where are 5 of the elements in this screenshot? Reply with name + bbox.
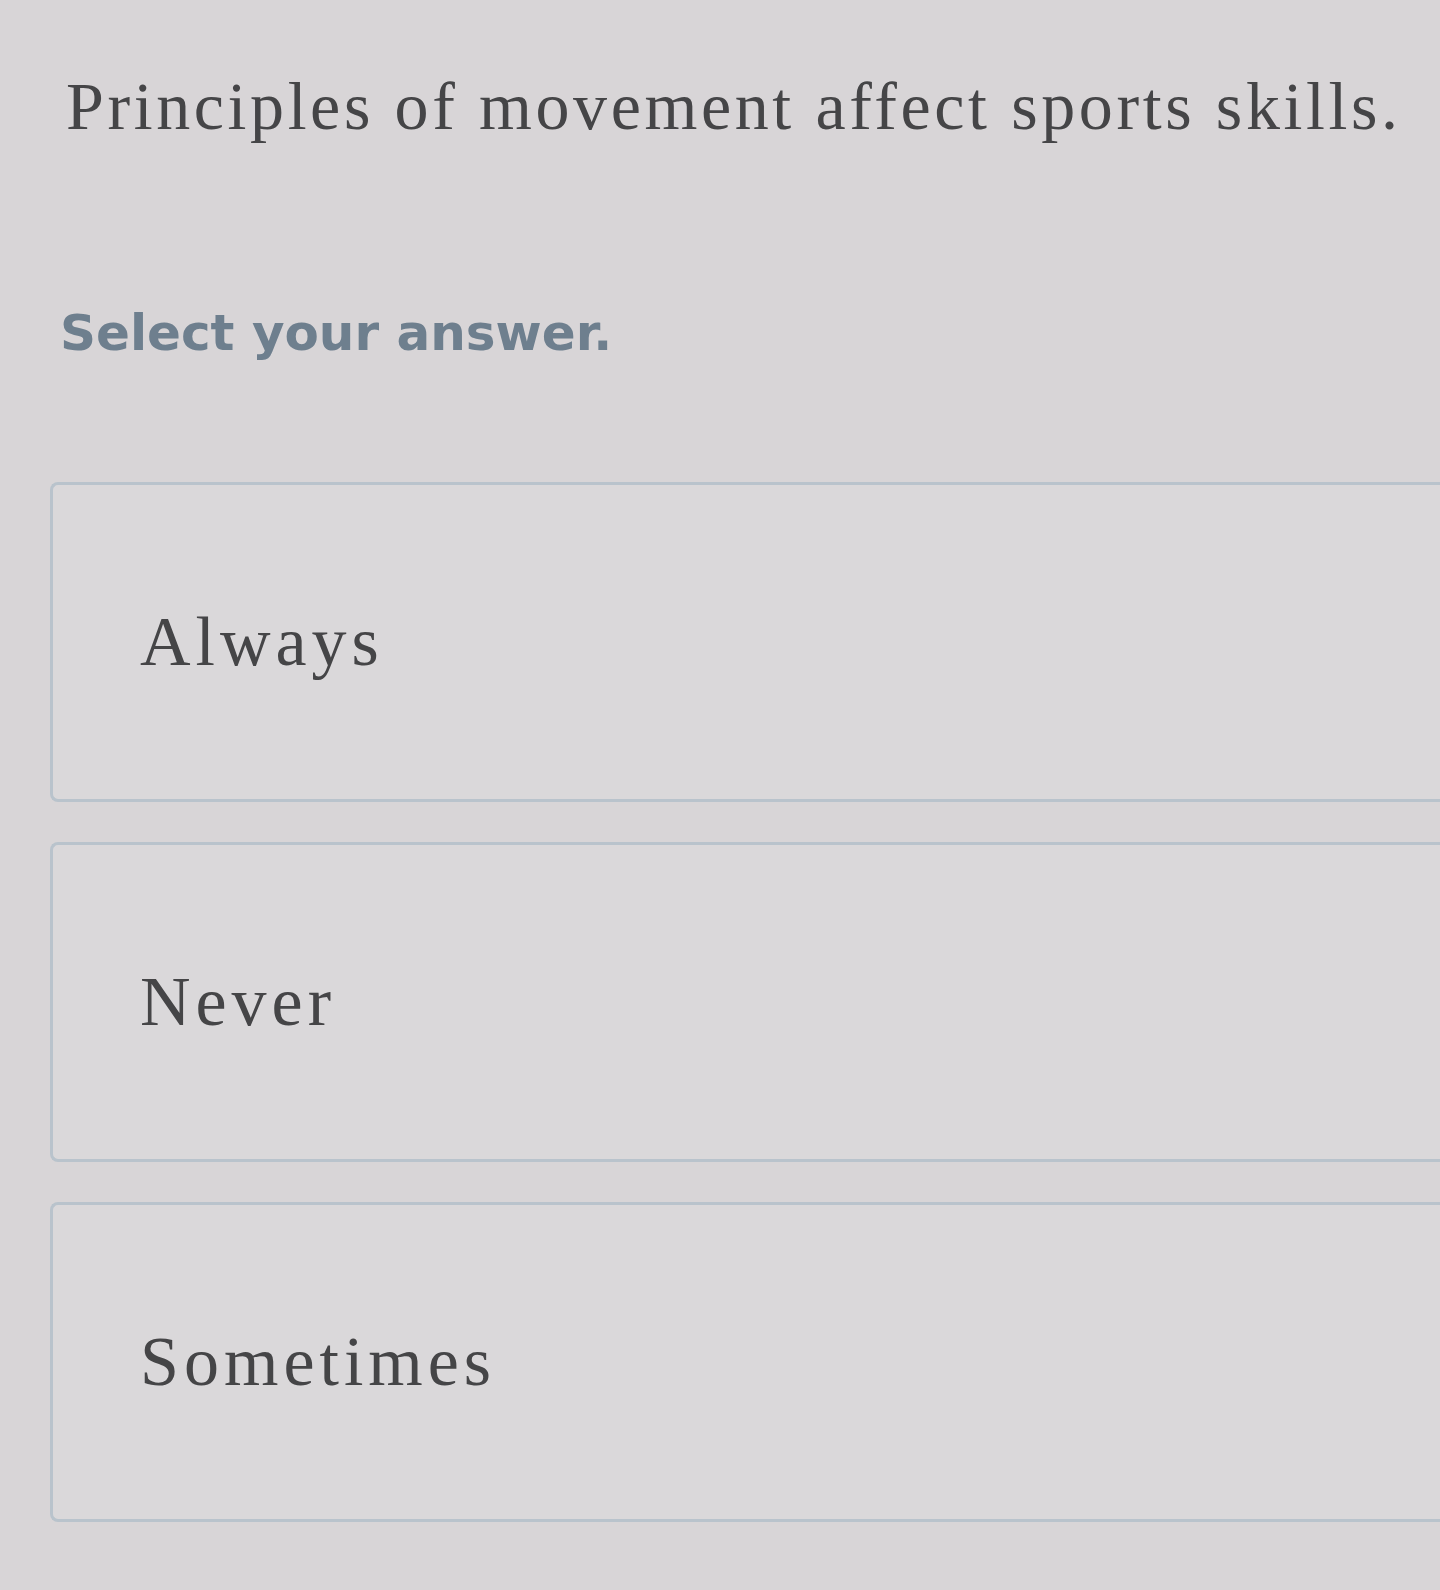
instruction-text: Select your answer. — [60, 303, 613, 364]
answer-option[interactable]: Always — [50, 482, 1440, 802]
answer-option[interactable]: Never — [50, 842, 1440, 1162]
answer-option[interactable]: Sometimes — [50, 1202, 1440, 1522]
question-text: Principles of movement affect sports skills. — [66, 67, 1402, 146]
